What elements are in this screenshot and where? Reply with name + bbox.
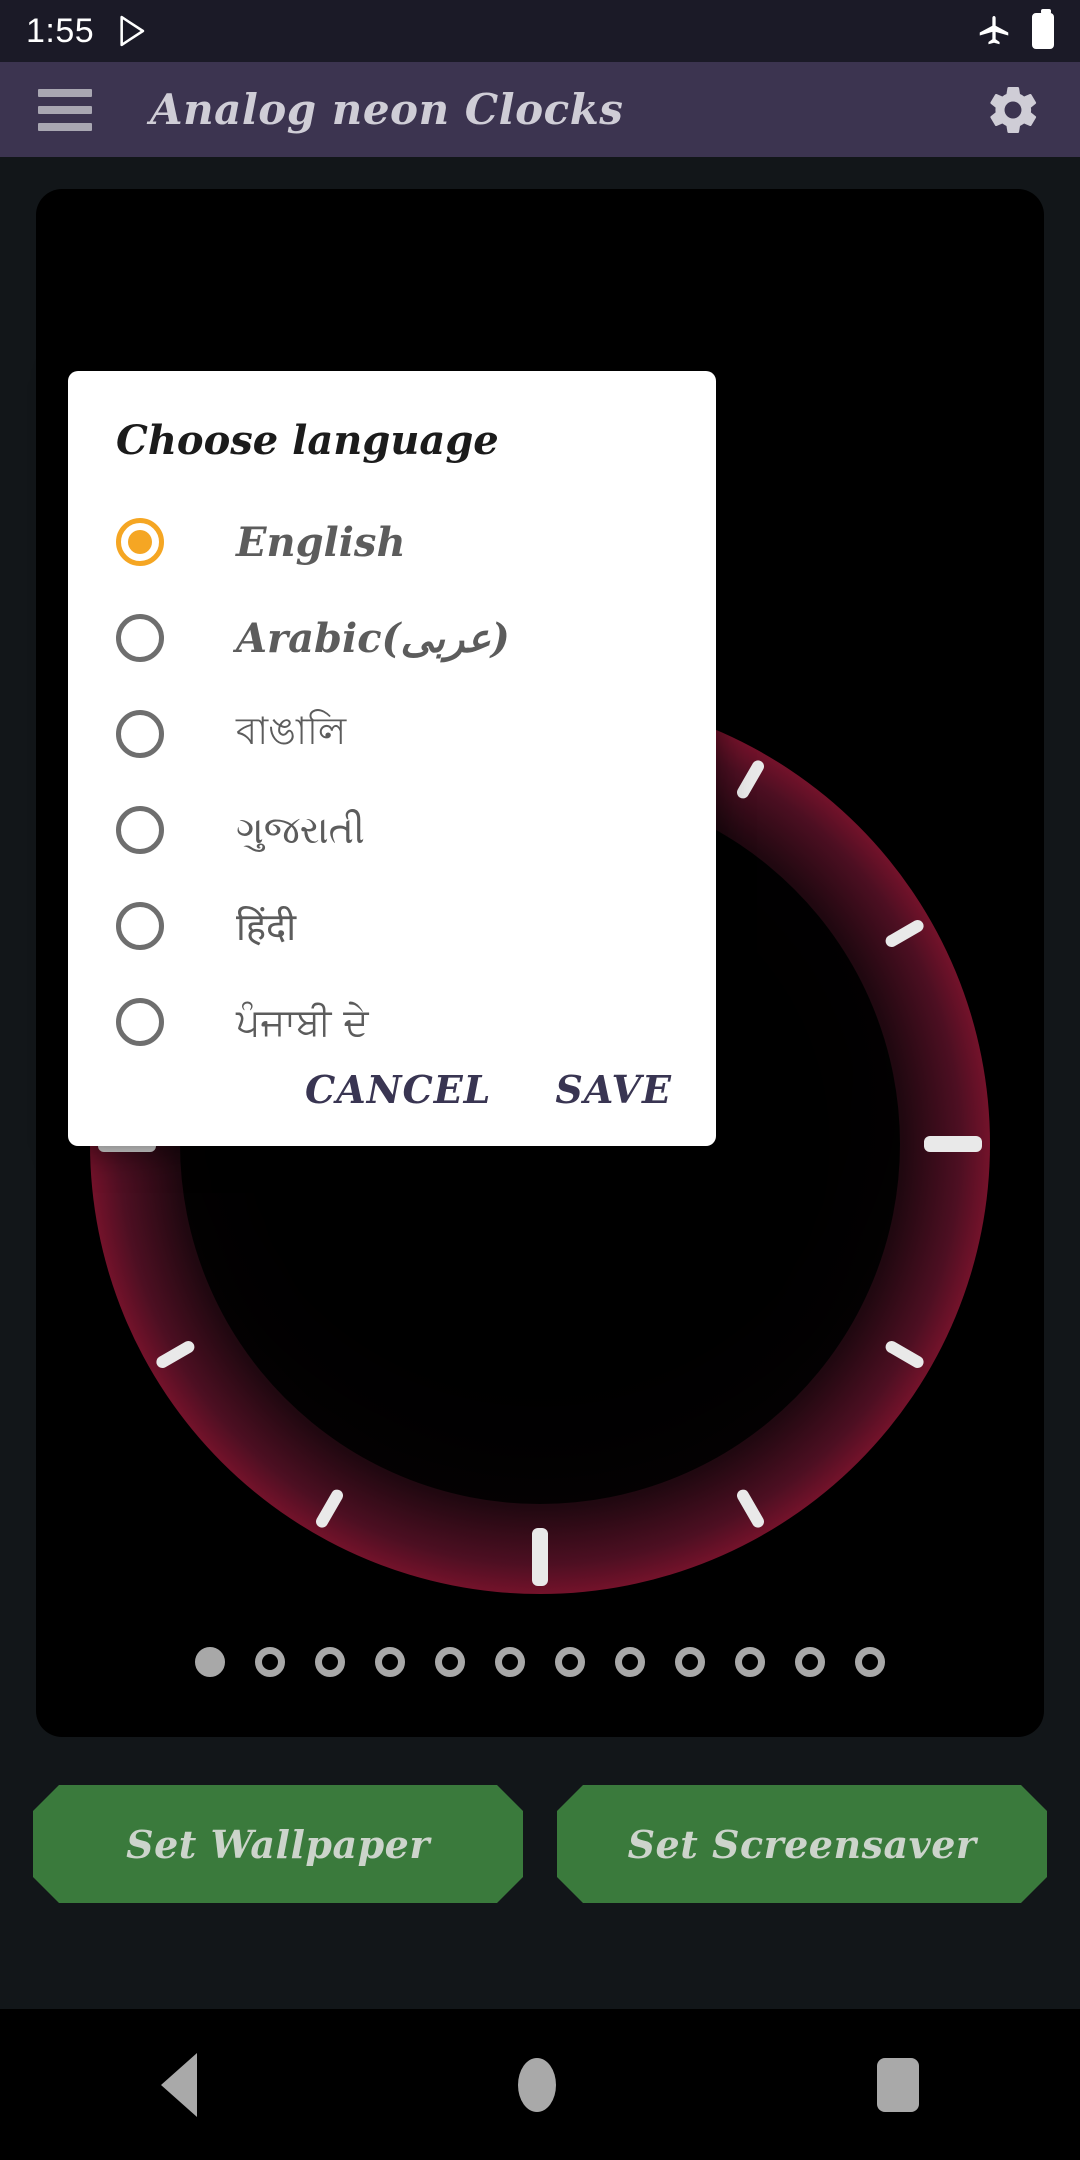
language-option-label: English bbox=[236, 518, 406, 566]
language-option-english[interactable]: English bbox=[68, 494, 716, 590]
choose-language-dialog: Choose language English Arabic(عربی) বাঙ… bbox=[68, 371, 716, 1146]
recents-button-icon[interactable] bbox=[877, 2057, 920, 2112]
radio-button-icon[interactable] bbox=[116, 902, 164, 950]
dialog-title: Choose language bbox=[116, 417, 499, 464]
radio-button-icon[interactable] bbox=[116, 710, 164, 758]
language-option-gujarati[interactable]: ગુજરાતી bbox=[68, 782, 716, 878]
radio-button-icon[interactable] bbox=[116, 614, 164, 662]
back-button-icon[interactable] bbox=[160, 2052, 197, 2117]
language-option-punjabi[interactable]: ਪੰਜਾਬੀ ਦੇ bbox=[68, 974, 716, 1070]
language-option-bengali[interactable]: বাঙালি bbox=[68, 686, 716, 782]
language-option-hindi[interactable]: हिंदी bbox=[68, 878, 716, 974]
language-option-arabic[interactable]: Arabic(عربی) bbox=[68, 590, 716, 686]
radio-button-icon[interactable] bbox=[116, 806, 164, 854]
system-navigation-bar bbox=[0, 2009, 1080, 2160]
language-option-label: Arabic(عربی) bbox=[236, 614, 510, 662]
language-option-label: ગુજરાતી bbox=[236, 807, 365, 852]
language-option-label: ਪੰਜਾਬੀ ਦੇ bbox=[236, 999, 369, 1044]
cancel-button[interactable]: CANCEL bbox=[305, 1067, 491, 1112]
dialog-action-row: CANCEL SAVE bbox=[305, 1067, 672, 1112]
home-button-icon[interactable] bbox=[517, 2057, 556, 2112]
save-button[interactable]: SAVE bbox=[555, 1067, 672, 1112]
radio-button-selected-icon[interactable] bbox=[116, 518, 164, 566]
language-option-label: हिंदी bbox=[236, 905, 297, 949]
radio-button-icon[interactable] bbox=[116, 998, 164, 1046]
language-option-label: বাঙালি bbox=[236, 709, 347, 753]
language-radio-group: English Arabic(عربی) বাঙালি ગુજરાતી हिंद… bbox=[68, 494, 716, 1070]
